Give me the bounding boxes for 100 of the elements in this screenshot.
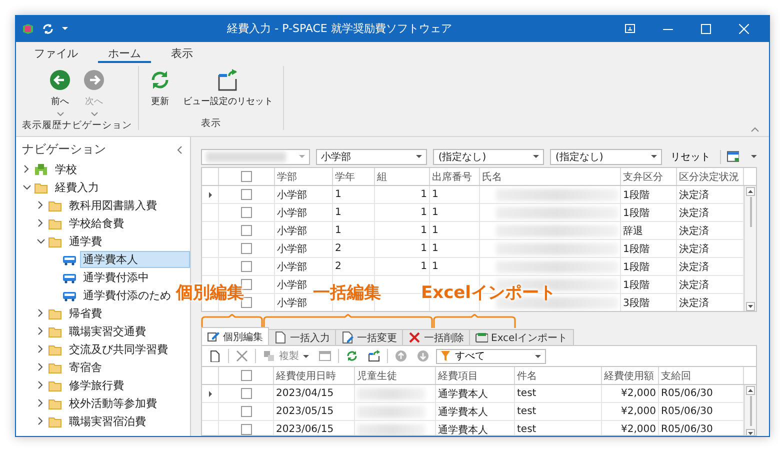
table-cell-text: 1段階: [623, 260, 650, 274]
ribbon-tab[interactable]: ファイル: [24, 46, 88, 63]
annotation-label: Excelインポート: [421, 282, 556, 305]
ribbon-button[interactable]: 更新: [145, 66, 175, 117]
panel-title: ナビゲーション: [22, 141, 106, 158]
tab[interactable]: 一括削除: [402, 329, 470, 345]
chevron-right-icon[interactable]: [38, 327, 43, 335]
table-cell: 1: [420, 189, 427, 200]
column-header: 児童生徒: [355, 367, 436, 384]
tree-item[interactable]: 帰省費: [66, 304, 105, 322]
chevron-down-icon[interactable]: [22, 184, 30, 190]
filter-dropdown[interactable]: 小学部: [316, 148, 428, 164]
filter-dropdown[interactable]: すべて: [436, 348, 546, 364]
dropdown-caret-icon[interactable]: [751, 155, 757, 158]
chevron-right-icon[interactable]: [38, 363, 43, 371]
table-cell-text: 1段階: [623, 242, 650, 256]
column-header: 経費使用額: [602, 367, 659, 384]
table-cell-text: 決定済: [679, 278, 709, 292]
table-cell-text: 通学費本人: [438, 388, 488, 400]
tree-item[interactable]: 通学費付添のため: [80, 286, 174, 304]
scroll-down-icon[interactable]: [746, 302, 754, 311]
checkbox[interactable]: [241, 207, 252, 218]
table-cell: 1: [420, 225, 427, 236]
tree-item[interactable]: 寄宿舎: [66, 358, 105, 376]
checkbox[interactable]: [240, 388, 252, 399]
chevron-right-icon[interactable]: [38, 399, 43, 407]
folder-icon: [48, 414, 63, 428]
close-icon[interactable]: [739, 24, 749, 34]
table-cell-text: 決定済: [679, 224, 709, 238]
tree-item[interactable]: 教科用図書購入費: [66, 196, 160, 214]
table-cell-text: 決定済: [679, 188, 709, 202]
tab[interactable]: 一括変更: [335, 329, 403, 345]
blurred-name: [357, 406, 426, 418]
tree-item[interactable]: 経費入力: [52, 178, 102, 196]
ribbon-tab[interactable]: ホーム: [98, 46, 151, 63]
tab[interactable]: 個別編集: [201, 327, 269, 345]
table-cell: 2023/04/15: [276, 388, 334, 399]
scroll-up-icon[interactable]: [746, 386, 755, 395]
chevron-right-icon[interactable]: [38, 201, 43, 209]
scrollbar-thumb[interactable]: [750, 396, 752, 426]
ribbon-button[interactable]: 前へ: [45, 66, 75, 119]
dropdown-caret-icon[interactable]: [62, 27, 68, 30]
checkbox[interactable]: [241, 225, 252, 236]
checkbox[interactable]: [240, 406, 252, 417]
checkbox[interactable]: [241, 261, 252, 272]
chevron-right-icon[interactable]: [38, 219, 43, 227]
chevron-down-icon[interactable]: [36, 238, 44, 244]
forward-icon: [83, 69, 105, 91]
tab[interactable]: Excelインポート: [469, 329, 574, 345]
tab[interactable]: 一括入力: [268, 329, 336, 345]
tree-item[interactable]: 職場実習交通費: [66, 322, 149, 340]
tree-item[interactable]: 通学費本人: [80, 250, 190, 268]
up-icon: [395, 350, 407, 362]
table-cell: test: [517, 388, 536, 399]
table-cell: 1: [432, 243, 438, 254]
annotation-label: 一括編集: [313, 282, 381, 305]
chevron-right-icon[interactable]: [38, 309, 43, 317]
annotation-label: 個別編集: [176, 282, 244, 305]
tree-item[interactable]: 交流及び共同学習費: [66, 340, 171, 358]
checkbox[interactable]: [240, 424, 252, 435]
tree-item[interactable]: 修学旅行費: [66, 376, 127, 394]
scrollbar-thumb[interactable]: [750, 197, 752, 227]
chevron-right-icon[interactable]: [38, 417, 43, 425]
table-cell-text: 小学部: [277, 242, 307, 256]
chevron-right-icon[interactable]: [24, 165, 29, 173]
checkbox[interactable]: [241, 243, 252, 254]
layout-icon: [319, 350, 331, 362]
chevron-right-icon[interactable]: [38, 345, 43, 353]
tree-item[interactable]: 学校給食費: [66, 214, 127, 232]
select-all-checkbox[interactable]: [240, 370, 252, 381]
checkbox[interactable]: [241, 189, 252, 200]
tree-item[interactable]: 学校: [52, 160, 80, 178]
filter-dropdown[interactable]: (指定なし): [550, 148, 662, 164]
folder-icon: [48, 198, 63, 212]
tree-item[interactable]: 校外活動等参加費: [66, 394, 160, 412]
filter-dropdown[interactable]: (指定なし): [433, 148, 544, 164]
tree-item[interactable]: 職場実習宿泊費: [66, 412, 149, 430]
scroll-up-icon[interactable]: [746, 187, 755, 196]
table-cell: 2023/05/15: [276, 406, 334, 417]
table-cell: test: [517, 406, 536, 417]
reset-button[interactable]: リセット: [668, 150, 714, 164]
layout-icon[interactable]: [726, 151, 740, 162]
tree-item[interactable]: 通学費付添中: [80, 268, 152, 286]
tree-item[interactable]: 通学費: [66, 232, 105, 250]
ribbon-button[interactable]: ビュー設定のリセット: [179, 66, 277, 117]
restore-panel-icon[interactable]: [625, 24, 635, 33]
folder-icon: [48, 396, 63, 410]
chevron-right-icon[interactable]: [38, 381, 43, 389]
edit-icon: [207, 330, 220, 343]
maximize-icon[interactable]: [701, 24, 711, 34]
ribbon-tab[interactable]: 表示: [161, 46, 203, 63]
select-all-checkbox[interactable]: [241, 171, 252, 182]
collapse-ribbon-icon[interactable]: [751, 127, 759, 132]
collapse-panel-icon[interactable]: [177, 146, 182, 154]
column-header: 学年: [333, 168, 375, 185]
refresh-icon[interactable]: [42, 22, 54, 34]
folder-icon: [48, 360, 63, 374]
column-header: 学部: [275, 168, 333, 185]
export-icon: [368, 350, 380, 362]
table-cell: 2: [335, 261, 342, 272]
